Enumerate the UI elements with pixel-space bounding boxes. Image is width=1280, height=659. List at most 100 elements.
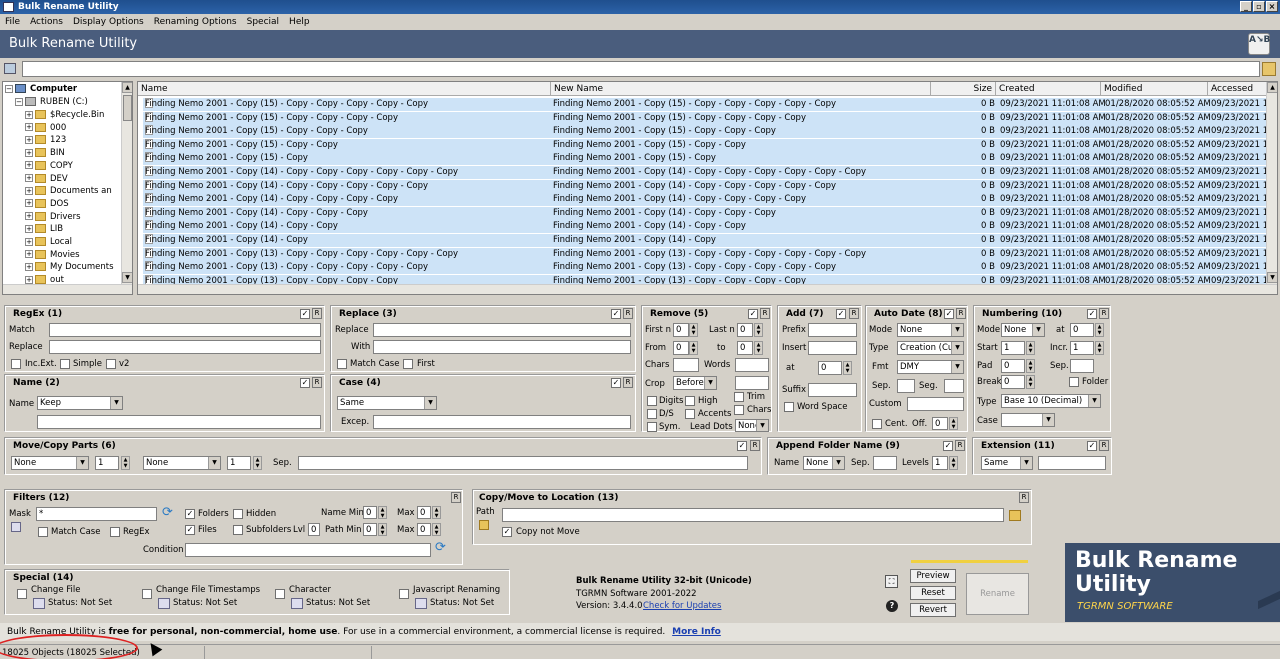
remove-to-spinner[interactable]: ▲ ▼ [754, 341, 763, 355]
replace-with-input[interactable] [373, 340, 631, 354]
tree-item-folder[interactable]: +123 [25, 134, 66, 146]
remove-chars-checkbox[interactable] [734, 405, 744, 415]
table-row[interactable]: Finding Nemo 2001 - Copy (14) - Copy - C… [143, 206, 1267, 220]
numbering-mode-select[interactable]: None [1001, 323, 1045, 337]
col-created[interactable]: Created [996, 82, 1101, 96]
tree-item-drive[interactable]: − RUBEN (C:) [15, 96, 88, 108]
add-at-spinner[interactable]: ▲ ▼ [843, 361, 852, 375]
filters-pathmax-input[interactable]: 0 [417, 523, 431, 536]
table-row[interactable]: Finding Nemo 2001 - Copy (14) - Copy - C… [143, 193, 1267, 207]
filters-refresh-icon[interactable]: ⟳ [162, 506, 173, 519]
autodate-fmt-select[interactable]: DMY [897, 360, 964, 374]
numbering-pad-spinner[interactable]: ▲ ▼ [1026, 359, 1035, 373]
numbering-start-input[interactable]: 1 [1001, 341, 1025, 355]
menu-file[interactable]: File [5, 17, 20, 27]
remove-from-spinner[interactable]: ▲ ▼ [689, 341, 698, 355]
tree-item-folder[interactable]: + LIB [25, 223, 63, 235]
path-input[interactable] [22, 61, 1260, 77]
filters-subfolders-checkbox[interactable] [233, 525, 243, 535]
expand-icon[interactable]: + [25, 237, 33, 246]
replace-find-input[interactable] [373, 323, 631, 337]
expand-icon[interactable]: + [25, 161, 33, 170]
expand-icon[interactable]: + [25, 275, 33, 284]
table-row[interactable]: Finding Nemo 2001 - Copy (13) - Copy - C… [143, 261, 1267, 275]
filters-reset-button[interactable]: R [451, 492, 461, 503]
tree-vertical-scrollbar[interactable]: ▲ ▼ [121, 82, 132, 294]
table-row[interactable]: Finding Nemo 2001 - Copy (15) - Copy - C… [143, 125, 1267, 139]
copynotmove-checkbox[interactable]: ✓ [502, 527, 512, 537]
case-excep-input[interactable] [373, 415, 631, 429]
remove-crop-select[interactable]: Before [673, 376, 717, 390]
regex-simple-checkbox[interactable] [60, 359, 70, 369]
special-character-icon[interactable] [291, 598, 303, 609]
tree-item-folder[interactable]: + COPY [25, 160, 73, 172]
filters-lvl-input[interactable]: 0 [308, 523, 320, 536]
remove-leaddots-select[interactable]: None [735, 419, 769, 432]
remove-enable-checkbox[interactable]: ✓ [748, 309, 758, 319]
special-changefile-checkbox[interactable] [17, 589, 27, 599]
navigate-icon[interactable] [4, 63, 16, 74]
table-row[interactable]: Finding Nemo 2001 - Copy (15) - Copy - C… [143, 98, 1267, 111]
remove-reset-button[interactable]: R [760, 308, 770, 319]
case-reset-button[interactable]: R [623, 377, 633, 388]
tree-item-folder[interactable]: +000 [25, 122, 66, 134]
extension-select[interactable]: Same [981, 456, 1033, 470]
extension-reset-button[interactable]: R [1099, 440, 1109, 451]
table-row[interactable]: Finding Nemo 2001 - Copy (15) - Copy - C… [143, 138, 1267, 152]
numbering-at-spinner[interactable]: ▲ ▼ [1095, 323, 1104, 337]
filters-namemax-input[interactable]: 0 [417, 506, 431, 519]
tree-item-folder[interactable]: + Movies [25, 249, 80, 261]
name-input[interactable] [37, 415, 321, 429]
close-button[interactable]: × [1266, 1, 1278, 12]
filters-namemin-spinner[interactable]: ▲ ▼ [378, 506, 387, 519]
movecopy-first-spinner[interactable]: ▲ ▼ [121, 456, 130, 470]
help-icon[interactable]: ? [886, 600, 898, 612]
add-prefix-input[interactable] [808, 323, 857, 337]
filters-pathmax-spinner[interactable]: ▲ ▼ [432, 523, 441, 536]
autodate-seg-input[interactable] [944, 379, 964, 393]
expand-icon[interactable]: + [25, 212, 33, 221]
filters-options-icon[interactable] [11, 522, 21, 532]
name-mode-select[interactable]: Keep [37, 396, 123, 410]
numbering-start-spinner[interactable]: ▲ ▼ [1026, 341, 1035, 355]
name-enable-checkbox[interactable]: ✓ [300, 378, 310, 388]
copymove-path-input[interactable] [502, 508, 1004, 522]
movecopy-first-count[interactable]: 1 [95, 456, 119, 470]
remove-digits-checkbox[interactable] [647, 396, 657, 406]
col-name[interactable]: Name [138, 82, 551, 96]
menu-display-options[interactable]: Display Options [73, 17, 144, 27]
table-row[interactable]: Finding Nemo 2001 - Copy (14) - Copy - C… [143, 179, 1267, 193]
numbering-incr-spinner[interactable]: ▲ ▼ [1095, 341, 1104, 355]
browse-folder-icon[interactable] [1262, 62, 1276, 76]
autodate-reset-button[interactable]: R [956, 308, 966, 319]
table-row[interactable]: Finding Nemo 2001 - Copy (14) - Copy Find… [143, 234, 1267, 247]
expand-icon[interactable]: + [25, 186, 33, 195]
filters-files-checkbox[interactable]: ✓ [185, 525, 195, 535]
movecopy-enable-checkbox[interactable]: ✓ [737, 441, 747, 451]
remove-high-checkbox[interactable] [685, 396, 695, 406]
numbering-at-input[interactable]: 0 [1070, 323, 1094, 337]
filelist-horizontal-scrollbar[interactable] [138, 284, 1277, 294]
reset-button[interactable]: Reset [910, 586, 956, 600]
filters-mask-input[interactable]: * [36, 507, 157, 521]
copymove-folder-icon[interactable] [479, 520, 489, 530]
filters-pathmin-spinner[interactable]: ▲ ▼ [378, 523, 387, 536]
expand-icon[interactable]: + [25, 135, 33, 144]
special-javascript-icon[interactable] [415, 598, 427, 609]
remove-lastn-input[interactable]: 0 [737, 323, 753, 337]
name-reset-button[interactable]: R [312, 377, 322, 388]
tree-item-folder[interactable]: + DEV [25, 173, 68, 185]
table-row[interactable]: Finding Nemo 2001 - Copy (15) - Copy - C… [143, 111, 1267, 125]
remove-chars-input[interactable] [673, 358, 699, 372]
col-new-name[interactable]: New Name [551, 82, 931, 96]
autodate-cent-checkbox[interactable] [872, 419, 882, 429]
remove-firstn-input[interactable]: 0 [673, 323, 689, 337]
regex-match-input[interactable] [49, 323, 321, 337]
regex-v2-checkbox[interactable] [106, 359, 116, 369]
special-javascript-checkbox[interactable] [399, 589, 409, 599]
filters-condition-refresh-icon[interactable]: ⟳ [435, 541, 446, 554]
movecopy-first-select[interactable]: None [11, 456, 89, 470]
numbering-pad-input[interactable]: 0 [1001, 359, 1025, 373]
movecopy-reset-button[interactable]: R [750, 440, 760, 451]
regex-reset-button[interactable]: R [312, 308, 322, 319]
